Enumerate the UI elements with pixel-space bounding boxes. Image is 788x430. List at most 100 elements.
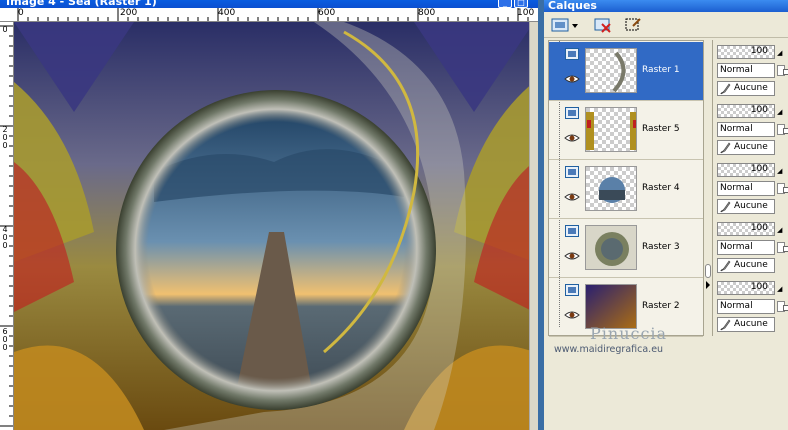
- ruler-h-label: 800: [418, 8, 436, 18]
- blend-mode-select[interactable]: Normal: [717, 299, 775, 314]
- vertical-ruler: 0 2 0 0 4 0 0 6 0 0: [0, 22, 14, 430]
- mask-field[interactable]: Aucune: [717, 140, 775, 155]
- layer-thumbnail[interactable]: [585, 284, 637, 329]
- delete-layer-icon: [594, 18, 611, 33]
- opacity-value: 100: [750, 282, 768, 292]
- opacity-slider[interactable]: 100: [717, 163, 775, 177]
- mask-label: Aucune: [734, 260, 768, 270]
- ruler-h-ticks: [17, 8, 529, 21]
- ruler-v-label: 6 0 0: [2, 327, 8, 352]
- layer-properties: 100 ◢ Normal Aucune: [715, 159, 788, 218]
- layer-thumbnail[interactable]: [585, 107, 637, 152]
- opacity-slider[interactable]: 100: [717, 281, 775, 295]
- layer-row[interactable]: Raster 2: [549, 278, 703, 337]
- mask-field[interactable]: Aucune: [717, 317, 775, 332]
- slider-arrow-icon[interactable]: ◢: [777, 167, 782, 175]
- image-canvas[interactable]: [14, 22, 534, 430]
- opacity-value: 100: [750, 105, 768, 115]
- lock-checkbox[interactable]: [783, 305, 788, 311]
- opacity-value: 100: [750, 46, 768, 56]
- raster-layer-icon: [565, 284, 579, 296]
- ruler-h-label: 400: [218, 8, 236, 18]
- ruler-h-label: 0: [18, 8, 24, 18]
- mask-label: Aucune: [734, 201, 768, 211]
- image-title-bar[interactable]: Image 4 - Sea (Raster 1) _ □: [0, 0, 538, 8]
- layer-row[interactable]: Raster 1: [549, 42, 703, 101]
- minimize-button[interactable]: _: [498, 0, 512, 8]
- layer-row[interactable]: Raster 5: [549, 101, 703, 160]
- image-window: Image 4 - Sea (Raster 1) _ □ 0 200 400 6…: [0, 0, 538, 430]
- layer-row[interactable]: Raster 4: [549, 160, 703, 219]
- paintbrush-icon: [720, 83, 731, 95]
- mask-field[interactable]: Aucune: [717, 258, 775, 273]
- blend-mode-select[interactable]: Normal: [717, 181, 775, 196]
- layer-properties: 100 ◢ Normal Aucune: [715, 100, 788, 159]
- app-root: Image 4 - Sea (Raster 1) _ □ 0 200 400 6…: [0, 0, 788, 430]
- mask-layer-button[interactable]: [622, 15, 644, 35]
- layers-toolbar: [544, 12, 788, 38]
- eye-icon[interactable]: [564, 310, 580, 320]
- layer-properties-column: 100 ◢ Normal Aucune 100 ◢ Normal Aucune: [712, 40, 788, 336]
- lock-checkbox[interactable]: [783, 128, 788, 134]
- layer-thumbnail[interactable]: [585, 166, 637, 211]
- eye-icon[interactable]: [564, 251, 580, 261]
- opacity-slider[interactable]: 100: [717, 222, 775, 236]
- ruler-h-label: 100: [517, 8, 535, 18]
- ruler-h-label: 600: [318, 8, 336, 18]
- delete-layer-button[interactable]: [592, 15, 614, 35]
- image-vertical-scrollbar[interactable]: [529, 22, 538, 430]
- mask-layer-icon: [625, 18, 641, 31]
- blend-mode-select[interactable]: Normal: [717, 63, 775, 78]
- layer-thumbnail[interactable]: [585, 225, 637, 270]
- ruler-h-label: 200: [120, 8, 138, 18]
- ruler-v-label: 2 0 0: [2, 125, 8, 150]
- eye-icon[interactable]: [564, 192, 580, 202]
- ruler-v-label: 4 0 0: [2, 225, 8, 250]
- layer-properties: 100 ◢ Normal Aucune: [715, 218, 788, 277]
- layer-name: Raster 1: [642, 65, 680, 75]
- artwork: [14, 22, 534, 430]
- paintbrush-icon: [720, 142, 731, 154]
- raster-layer-icon: [565, 48, 579, 60]
- image-title: Image 4 - Sea (Raster 1): [6, 0, 157, 8]
- paintbrush-icon: [720, 201, 731, 213]
- layer-name: Raster 3: [642, 242, 680, 252]
- slider-arrow-icon[interactable]: ◢: [777, 285, 782, 293]
- layer-name: Raster 5: [642, 124, 680, 134]
- raster-layer-icon: [565, 166, 579, 178]
- layer-name: Raster 4: [642, 183, 680, 193]
- ruler-v-label: 0: [2, 25, 8, 34]
- slider-arrow-icon[interactable]: ◢: [777, 49, 782, 57]
- slider-arrow-icon[interactable]: ◢: [777, 108, 782, 116]
- expand-arrow-icon[interactable]: [705, 280, 711, 290]
- opacity-value: 100: [750, 223, 768, 233]
- mask-label: Aucune: [734, 83, 768, 93]
- slider-arrow-icon[interactable]: ◢: [777, 226, 782, 234]
- lock-checkbox[interactable]: [783, 246, 788, 252]
- mask-field[interactable]: Aucune: [717, 81, 775, 96]
- layer-properties: 100 ◢ Normal Aucune: [715, 41, 788, 100]
- opacity-value: 100: [750, 164, 768, 174]
- maximize-button[interactable]: □: [514, 0, 528, 8]
- layer-name: Raster 2: [642, 301, 680, 311]
- mask-field[interactable]: Aucune: [717, 199, 775, 214]
- layer-thumbnail[interactable]: [585, 48, 637, 93]
- palette-splitter[interactable]: [704, 40, 712, 430]
- lock-checkbox[interactable]: [783, 69, 788, 75]
- blend-mode-select[interactable]: Normal: [717, 240, 775, 255]
- eye-icon[interactable]: [564, 133, 580, 143]
- blend-mode-select[interactable]: Normal: [717, 122, 775, 137]
- paintbrush-icon: [720, 319, 731, 331]
- opacity-slider[interactable]: 100: [717, 45, 775, 59]
- lock-checkbox[interactable]: [783, 187, 788, 193]
- raster-layer-icon: [565, 225, 579, 237]
- new-layer-button[interactable]: [550, 15, 580, 35]
- layers-title-bar[interactable]: Calques: [544, 0, 788, 12]
- layer-row[interactable]: Raster 3: [549, 219, 703, 278]
- paintbrush-icon: [720, 260, 731, 272]
- splitter-handle[interactable]: [705, 264, 711, 278]
- eye-icon[interactable]: [564, 74, 580, 84]
- opacity-slider[interactable]: 100: [717, 104, 775, 118]
- horizontal-ruler: 0 200 400 600 800 100: [0, 8, 538, 22]
- layer-properties: 100 ◢ Normal Aucune: [715, 277, 788, 336]
